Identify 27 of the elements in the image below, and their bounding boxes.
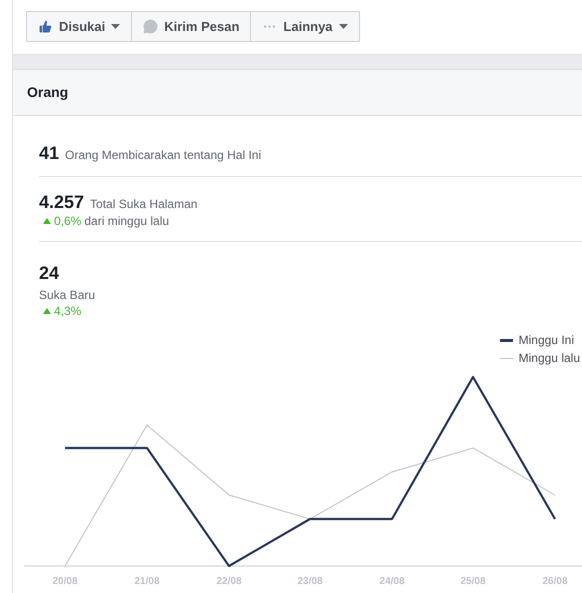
- change-value: 0,6%: [54, 213, 82, 229]
- legend-label: Minggu Ini: [518, 332, 574, 349]
- chat-bubble-icon: [143, 19, 158, 34]
- stat-label: Suka Baru: [39, 287, 96, 303]
- thumbs-up-icon: [38, 19, 53, 34]
- section-header: Orang: [13, 68, 582, 116]
- stat-label: Total Suka Halaman: [90, 196, 198, 213]
- axis-label: 20/08: [52, 576, 78, 587]
- legend-line-icon: [500, 356, 513, 360]
- axis-label: 25/08: [460, 576, 486, 587]
- action-button[interactable]: Kirim Pesan: [132, 11, 252, 42]
- axis-label: 22/08: [216, 576, 242, 587]
- up-triangle-icon: [43, 308, 51, 314]
- change-note: dari minggu lalu: [84, 213, 170, 229]
- legend-label: Minggu lalu: [518, 350, 580, 367]
- axis-label: 24/08: [379, 576, 405, 587]
- axis-label: 23/08: [297, 576, 323, 587]
- action-button[interactable]: Disukai: [26, 11, 132, 42]
- stat-value: 24: [39, 262, 60, 284]
- axis-label: 21/08: [134, 576, 160, 587]
- up-triangle-icon: [43, 218, 51, 224]
- change-value: 4,3%: [54, 303, 82, 319]
- stat-value: 4.257: [39, 191, 84, 213]
- axis-label: 26/08: [542, 576, 568, 587]
- stat-value: 41: [39, 142, 60, 164]
- stat-label: Orang Membicarakan tentang Hal Ini: [65, 147, 262, 164]
- action-button[interactable]: Lainnya: [251, 11, 360, 42]
